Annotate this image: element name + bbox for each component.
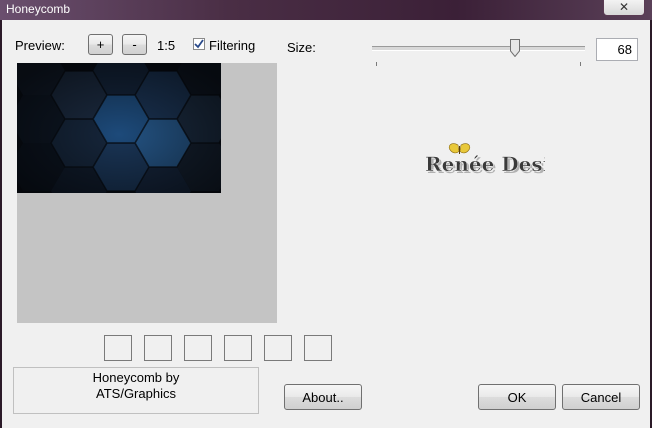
about-button[interactable]: About.. [284, 384, 362, 410]
color-swatch[interactable] [184, 335, 212, 361]
title-bar: Honeycomb ✕ [0, 0, 652, 20]
preview-label: Preview: [15, 38, 65, 53]
credits-line-1: Honeycomb by [92, 370, 180, 385]
close-icon: ✕ [618, 0, 630, 14]
color-swatch[interactable] [224, 335, 252, 361]
zoom-level: 1:5 [157, 38, 176, 53]
zoom-out-button[interactable]: - [122, 34, 147, 55]
size-input[interactable] [596, 38, 638, 61]
filtering-checkbox[interactable] [193, 38, 205, 50]
color-swatch[interactable] [144, 335, 172, 361]
credits-box: Honeycomb by ATS/Graphics [13, 367, 259, 414]
size-slider-thumb[interactable] [510, 39, 520, 57]
color-swatch[interactable] [104, 335, 132, 361]
slider-tick-min [376, 62, 377, 66]
filtering-label[interactable]: Filtering [209, 38, 255, 53]
credits-line-2: ATS/Graphics [96, 386, 176, 401]
cancel-button[interactable]: Cancel [562, 384, 640, 410]
honeycomb-preview-image [17, 63, 221, 193]
close-button[interactable]: ✕ [603, 0, 645, 16]
checkmark-icon [194, 39, 204, 49]
window-title: Honeycomb [6, 2, 71, 16]
window-border-left [0, 20, 2, 428]
size-label: Size: [287, 40, 316, 55]
preview-area[interactable] [17, 63, 277, 323]
color-swatch[interactable] [304, 335, 332, 361]
slider-tick-max [580, 62, 581, 66]
ok-button[interactable]: OK [478, 384, 556, 410]
color-swatch[interactable] [264, 335, 292, 361]
size-slider-track[interactable] [372, 46, 585, 51]
zoom-in-button[interactable]: + [88, 34, 113, 55]
renee-design-logo: Renée Design Renée Design [425, 143, 545, 178]
svg-text:Renée Design: Renée Design [425, 152, 545, 176]
